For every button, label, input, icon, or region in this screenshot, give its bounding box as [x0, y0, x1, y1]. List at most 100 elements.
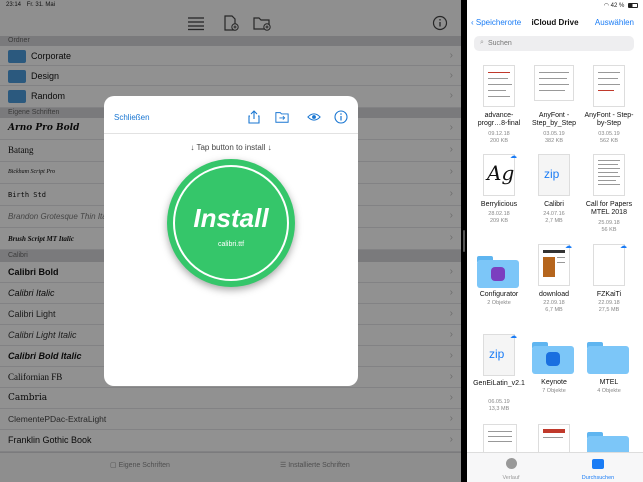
file-name: download [539, 291, 569, 298]
cloud-download-icon: ☁ [620, 243, 627, 250]
file-name: AnyFont - Step_by_Step [532, 112, 576, 127]
file-size: 27,5 MB [598, 307, 620, 313]
fonts-app: 23:14 Fr. 31. Mai Ordner Corporate › Des… [0, 0, 461, 482]
eye-icon[interactable] [307, 110, 321, 124]
file-date: 25.09.18 [598, 220, 620, 226]
glyph-preview: Ag [487, 161, 515, 185]
zip-label: zip [544, 167, 560, 181]
files-app: ◠ 42 % ‹ Speicherorte iCloud Drive Auswä… [467, 0, 643, 482]
document-thumbnail [593, 244, 625, 286]
thumb-image [543, 257, 555, 277]
file-date: 03.05.19 [598, 131, 620, 137]
battery-level: 42 % [610, 3, 625, 9]
install-label: Install [193, 203, 269, 233]
thumb-line [598, 90, 614, 91]
install-button[interactable]: Install calibri.ttf [167, 159, 295, 287]
thumb-line [539, 90, 565, 91]
clock-icon [505, 458, 517, 469]
file-date: 24.07.16 [543, 211, 565, 217]
file-name: MTEL [599, 379, 619, 386]
file-name: Calibri [544, 201, 564, 208]
info-icon[interactable] [334, 110, 348, 124]
install-dialog: Schließen ↓ Tap button to install ↓ Inst… [104, 96, 358, 386]
folder-body [587, 346, 629, 374]
file-name: AnyFont - Step-by-Step [584, 112, 634, 127]
tab-recent[interactable]: Verlauf [481, 456, 541, 481]
tab-browse[interactable]: Durchsuchen [568, 456, 628, 481]
thumb-line [598, 184, 620, 185]
tab-label: Verlauf [502, 475, 520, 481]
document-thumbnail [593, 65, 625, 107]
file-size: 6,7 MB [545, 307, 563, 313]
file-size: 56 KB [601, 227, 617, 233]
status-bar: ◠ 42 % [604, 2, 638, 9]
thumb-line [539, 78, 567, 79]
thumb-line [598, 160, 620, 161]
file-name: advance-progr…8-final [477, 112, 521, 127]
folder-icon [532, 342, 574, 374]
document-thumbnail [538, 244, 570, 286]
battery-icon [628, 2, 638, 8]
drag-handle[interactable] [463, 230, 465, 252]
thumb-line [598, 78, 618, 79]
select-button[interactable]: Auswählen [595, 18, 634, 27]
search-field[interactable]: ⌕ [474, 36, 634, 51]
file-size: 562 KB [599, 138, 619, 144]
thumb-line [488, 431, 512, 432]
file-date: 22.09.18 [543, 300, 565, 306]
thumb-line [598, 180, 616, 181]
folder-icon [587, 342, 629, 374]
zip-thumbnail: zip [538, 154, 570, 196]
font-thumbnail: Ag [483, 154, 515, 196]
zip-label: zip [489, 347, 505, 361]
thumb-line [543, 429, 565, 433]
keynote-badge-icon [546, 352, 560, 366]
file-name: FZKaiTi [596, 291, 622, 298]
app-badge-icon [491, 267, 505, 281]
cloud-download-icon: ☁ [565, 243, 572, 250]
install-hint: ↓ Tap button to install ↓ [190, 143, 272, 152]
thumb-line [488, 96, 510, 97]
file-name: GenEiLatin_v2.1 [473, 380, 525, 387]
thumb-line [488, 78, 508, 79]
thumb-line [488, 441, 512, 442]
search-input[interactable] [488, 36, 628, 51]
thumb-line [557, 262, 565, 263]
close-button[interactable]: Schließen [114, 113, 150, 122]
document-thumbnail [593, 154, 625, 196]
file-date: 28.02.18 [488, 211, 510, 217]
install-file-name: calibri.ttf [217, 241, 245, 248]
file-size: 200 KB [489, 138, 509, 144]
file-date: 7 Objekte [542, 388, 566, 394]
thumb-line [598, 172, 618, 173]
thumb-line [598, 72, 620, 73]
share-icon[interactable] [247, 110, 261, 124]
file-date: 09.12.18 [488, 131, 510, 137]
thumb-line [543, 250, 565, 253]
file-size: 2,7 MB [545, 218, 563, 224]
document-thumbnail [534, 65, 574, 101]
thumb-line [539, 84, 569, 85]
thumb-line [598, 176, 620, 177]
tab-label: Durchsuchen [581, 475, 615, 481]
file-date: 06.05.19 [488, 399, 510, 405]
thumb-line [557, 257, 565, 258]
wifi-icon: ◠ [603, 3, 611, 9]
search-icon: ⌕ [480, 39, 484, 46]
cloud-download-icon: ☁ [510, 153, 517, 160]
thumb-line [488, 84, 512, 85]
file-date: 4 Objekte [597, 388, 621, 394]
thumb-line [488, 72, 510, 73]
thumb-line [488, 436, 512, 437]
divider [104, 133, 358, 134]
thumb-line [543, 437, 563, 438]
file-name: Keynote [541, 379, 567, 386]
move-to-folder-icon[interactable] [275, 110, 289, 124]
folder-tab-icon [592, 459, 604, 469]
cloud-download-icon: ☁ [510, 333, 517, 340]
thumb-line [598, 168, 620, 169]
file-date: 2 Objekte [487, 300, 511, 306]
thumb-line [598, 84, 620, 85]
document-thumbnail [483, 65, 515, 107]
thumb-line [488, 90, 506, 91]
